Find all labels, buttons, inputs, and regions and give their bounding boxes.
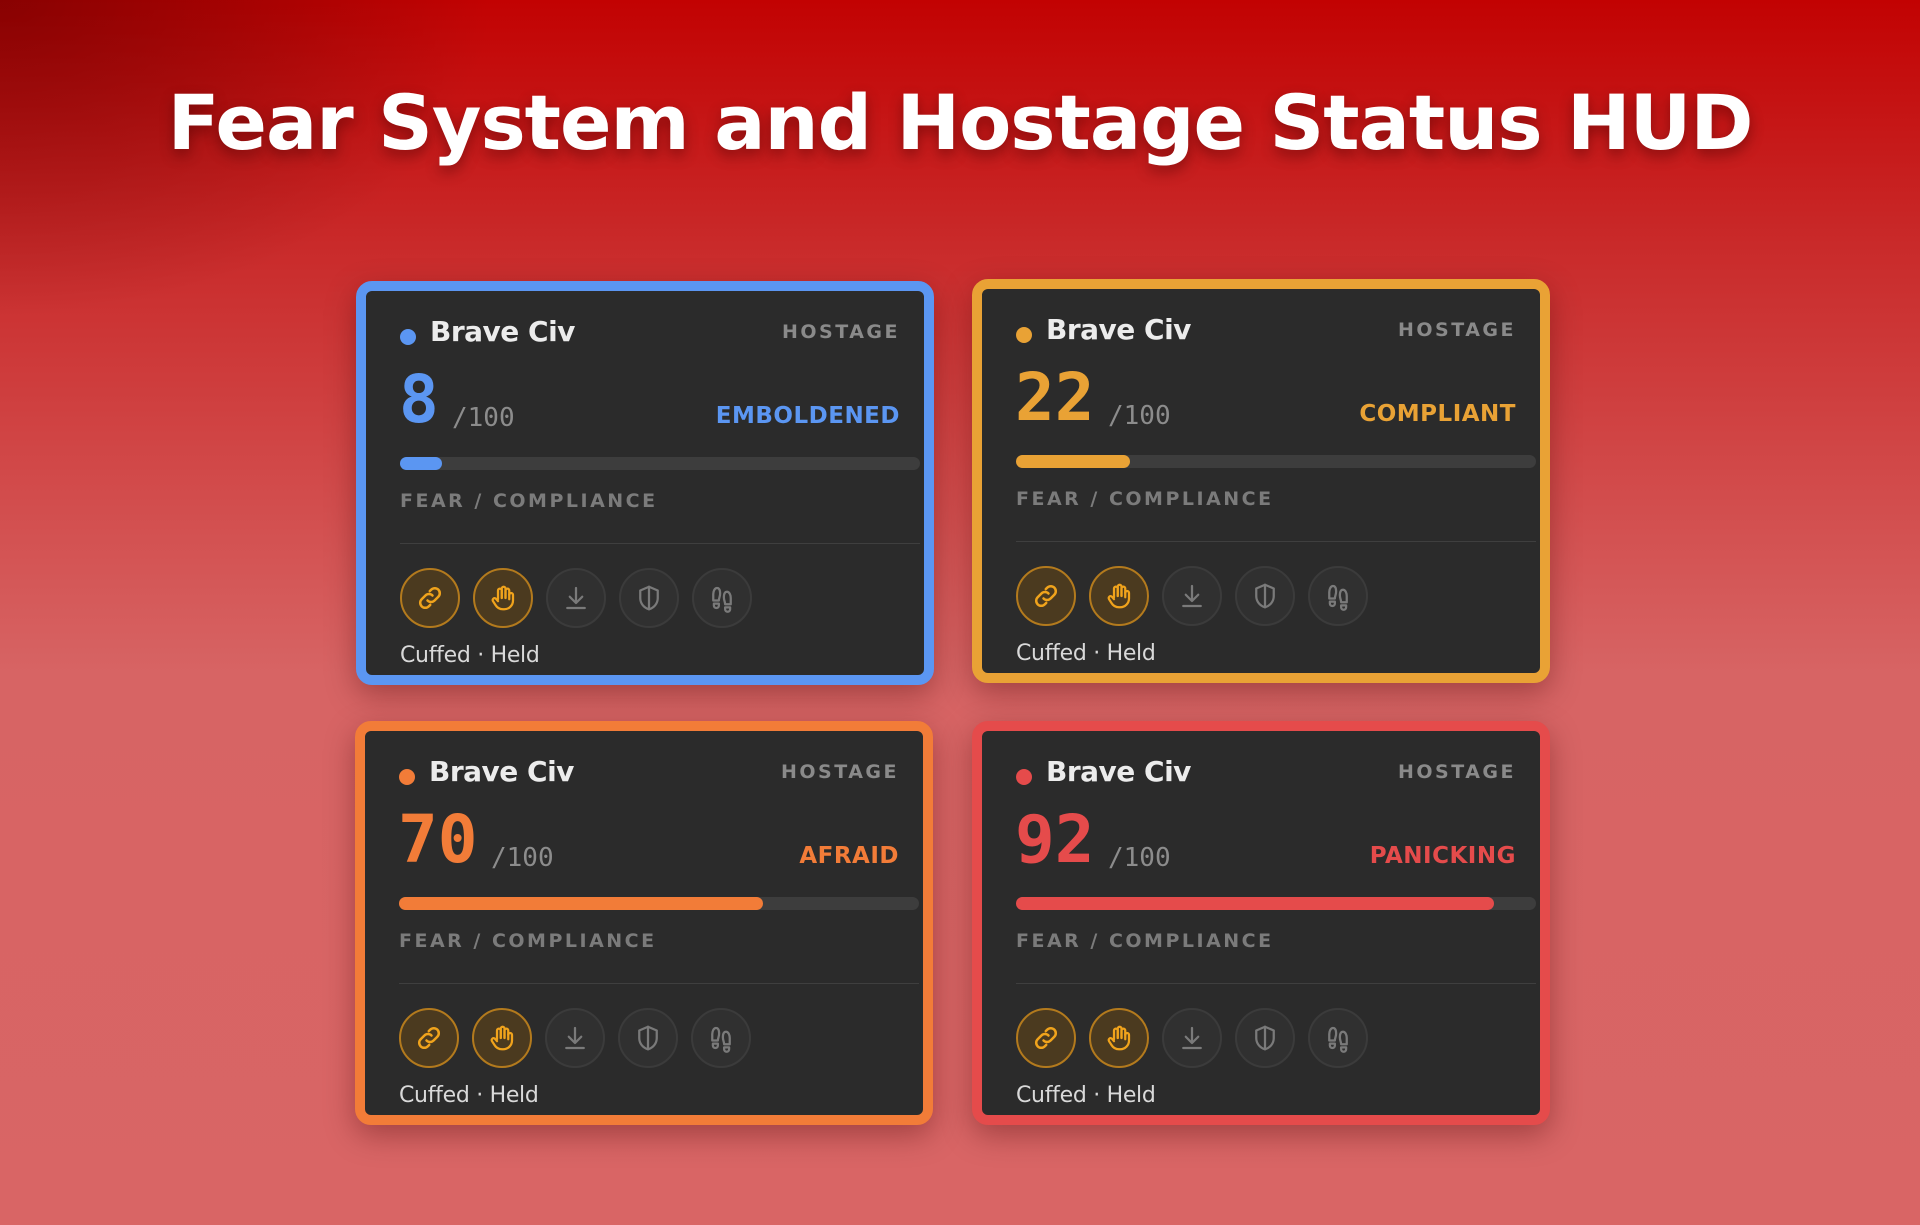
link-icon [415,583,445,613]
shield-icon [633,1023,663,1053]
hostage-tag: HOSTAGE [1397,761,1516,783]
fear-max: /100 [1108,843,1171,873]
fear-bar-fill [399,897,763,910]
fear-max: /100 [452,403,515,433]
hostage-name: Brave Civ [429,755,574,788]
download-button[interactable] [545,1008,605,1068]
divider [400,543,920,544]
footprints-icon [707,583,737,613]
link-icon [414,1023,444,1053]
hand-icon [488,583,518,613]
hand-button[interactable] [473,568,533,628]
fear-bar [1016,897,1536,910]
status-text: Cuffed · Held [1016,641,1156,666]
hostage-tag: HOSTAGE [1397,319,1516,341]
fear-max: /100 [491,843,554,873]
footprints-icon [706,1023,736,1053]
status-text: Cuffed · Held [1016,1083,1156,1108]
hostage-card[interactable]: Brave Civ HOSTAGE 8 /100 EMBOLDENED FEAR… [356,281,934,685]
divider [399,983,919,984]
link-button[interactable] [400,568,460,628]
fear-score: 22 [1015,359,1095,436]
fear-label: FEAR / COMPLIANCE [400,490,658,512]
hostage-name: Brave Civ [430,315,575,348]
hostage-card[interactable]: Brave Civ HOSTAGE 92 /100 PANICKING FEAR… [972,721,1550,1125]
fear-bar-fill [400,457,442,470]
footprints-button[interactable] [691,1008,751,1068]
shield-button[interactable] [619,568,679,628]
shield-button[interactable] [1235,1008,1295,1068]
hand-button[interactable] [472,1008,532,1068]
link-button[interactable] [1016,1008,1076,1068]
hand-icon [1104,581,1134,611]
shield-button[interactable] [1235,566,1295,626]
download-icon [561,583,591,613]
hostage-name: Brave Civ [1046,313,1191,346]
link-icon [1031,581,1061,611]
link-button[interactable] [399,1008,459,1068]
divider [1016,541,1536,542]
page-title: Fear System and Hostage Status HUD [167,78,1754,167]
fear-score: 8 [399,361,439,438]
fear-bar-fill [1016,897,1495,910]
link-icon [1031,1023,1061,1053]
fear-label: FEAR / COMPLIANCE [1016,930,1274,952]
status-text: Cuffed · Held [400,643,540,668]
divider [1016,983,1536,984]
status-dot [400,329,416,345]
footprints-button[interactable] [692,568,752,628]
hostage-name: Brave Civ [1046,755,1191,788]
footprints-icon [1323,581,1353,611]
shield-icon [1250,581,1280,611]
fear-score: 70 [398,801,478,878]
fear-state: PANICKING [1369,843,1516,869]
fear-score: 92 [1015,801,1095,878]
hand-icon [487,1023,517,1053]
shield-icon [1250,1023,1280,1053]
download-button[interactable] [546,568,606,628]
fear-bar [400,457,920,470]
status-dot [1016,769,1032,785]
link-button[interactable] [1016,566,1076,626]
hand-icon [1104,1023,1134,1053]
fear-state: AFRAID [799,843,899,869]
shield-button[interactable] [618,1008,678,1068]
fear-bar [1016,455,1536,468]
footprints-icon [1323,1023,1353,1053]
hostage-card[interactable]: Brave Civ HOSTAGE 22 /100 COMPLIANT FEAR… [972,279,1550,683]
action-icons [399,1008,751,1068]
fear-label: FEAR / COMPLIANCE [399,930,657,952]
action-icons [400,568,752,628]
status-dot [399,769,415,785]
fear-state: EMBOLDENED [715,403,900,429]
hand-button[interactable] [1089,566,1149,626]
status-text: Cuffed · Held [399,1083,539,1108]
status-dot [1016,327,1032,343]
action-icons [1016,566,1368,626]
action-icons [1016,1008,1368,1068]
download-icon [1177,581,1207,611]
fear-bar-fill [1016,455,1131,468]
fear-label: FEAR / COMPLIANCE [1016,488,1274,510]
hostage-card[interactable]: Brave Civ HOSTAGE 70 /100 AFRAID FEAR / … [355,721,933,1125]
download-button[interactable] [1162,1008,1222,1068]
hand-button[interactable] [1089,1008,1149,1068]
fear-state: COMPLIANT [1359,401,1516,427]
hostage-tag: HOSTAGE [781,321,900,343]
shield-icon [634,583,664,613]
fear-max: /100 [1108,401,1171,431]
download-button[interactable] [1162,566,1222,626]
download-icon [560,1023,590,1053]
fear-bar [399,897,919,910]
footprints-button[interactable] [1308,566,1368,626]
hostage-tag: HOSTAGE [780,761,899,783]
download-icon [1177,1023,1207,1053]
footprints-button[interactable] [1308,1008,1368,1068]
